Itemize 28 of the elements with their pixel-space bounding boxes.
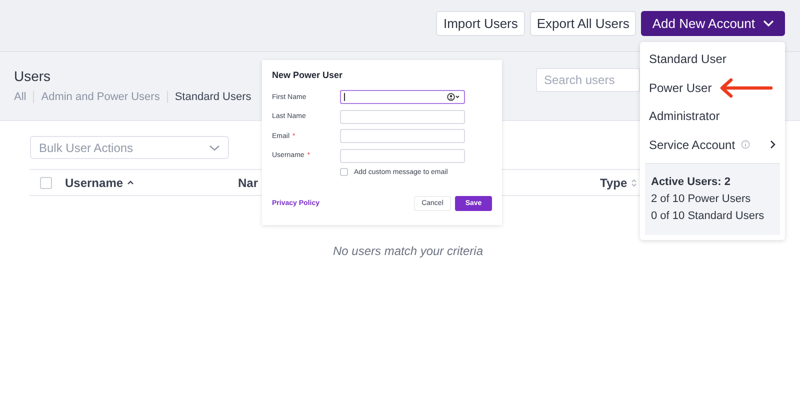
contact-picker-icon[interactable] xyxy=(447,93,461,101)
menu-item[interactable]: Standard User xyxy=(640,45,785,74)
input-field[interactable] xyxy=(340,90,465,104)
select-all-checkbox[interactable] xyxy=(40,176,52,188)
empty-message: No users match your criteria xyxy=(332,244,484,258)
custom-message-checkbox[interactable] xyxy=(340,168,348,176)
filter-tab[interactable]: Standard Users xyxy=(174,91,252,103)
menu-item[interactable]: Power User xyxy=(640,74,785,102)
summary-line: 0 of 10 Standard Users xyxy=(651,209,766,224)
column-header[interactable]: Type xyxy=(600,176,628,190)
menu-item[interactable]: Administrator xyxy=(640,102,785,130)
chevron-down-icon xyxy=(209,144,220,150)
column-header[interactable]: Username xyxy=(65,176,124,190)
info-icon xyxy=(741,140,750,150)
toolbar-button[interactable]: Export All Users xyxy=(530,11,636,36)
sort-icon[interactable] xyxy=(631,178,638,188)
summary-line: 2 of 10 Power Users xyxy=(651,192,752,207)
page-title: Users xyxy=(14,68,52,84)
chevron-right-icon xyxy=(770,140,776,150)
toolbar-button[interactable]: Import Users xyxy=(436,11,525,36)
add-account-button[interactable]: Add New Account xyxy=(641,11,785,36)
chevron-down-icon xyxy=(763,20,774,27)
column-header[interactable]: Nar xyxy=(238,176,258,190)
dialog-title: New Power User xyxy=(272,70,344,80)
search-field[interactable]: Search users xyxy=(536,68,640,92)
summary-heading: Active Users: 2 xyxy=(651,175,732,190)
menu-item[interactable]: Service Account xyxy=(640,130,785,159)
sort-ascending-icon[interactable] xyxy=(127,180,134,185)
